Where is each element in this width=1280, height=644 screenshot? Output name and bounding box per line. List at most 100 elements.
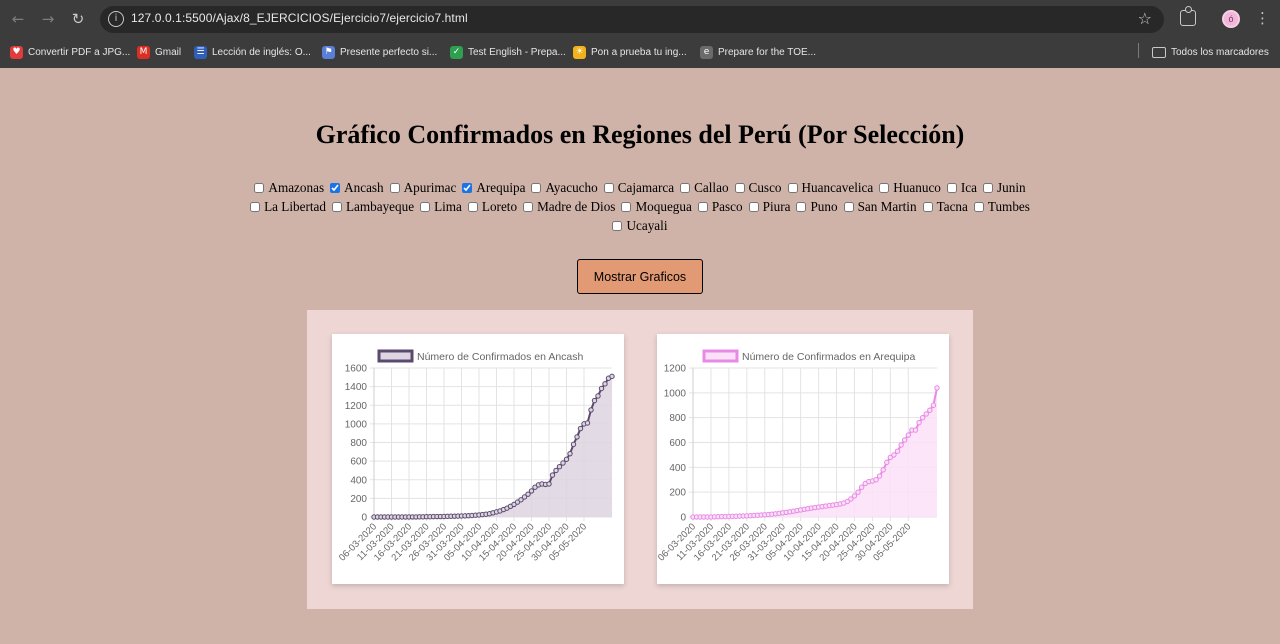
data-point <box>891 452 897 458</box>
region-option-puno[interactable]: Puno <box>796 197 838 216</box>
y-tick-label: 0 <box>361 513 367 524</box>
sun-icon: ☀ <box>573 45 586 59</box>
region-option-san-martin[interactable]: San Martin <box>843 197 917 216</box>
region-checkbox[interactable] <box>973 202 984 212</box>
region-checkbox[interactable] <box>697 202 708 212</box>
bookmark-label: Presente perfecto si... <box>340 46 438 58</box>
region-option-loreto[interactable]: Loreto <box>467 197 517 216</box>
y-tick-label: 1000 <box>664 388 687 399</box>
region-option-pasco[interactable]: Pasco <box>697 197 743 216</box>
region-checkbox[interactable] <box>531 183 542 193</box>
region-label: Madre de Dios <box>537 199 616 214</box>
address-url[interactable]: 127.0.0.1:5500/Ajax/8_EJERCICIOS/Ejercic… <box>131 11 468 25</box>
data-point <box>927 407 933 413</box>
kebab-menu-icon[interactable]: ⋮ <box>1255 9 1270 27</box>
forward-arrow-icon[interactable]: → <box>38 9 58 29</box>
region-option-lambayeque[interactable]: Lambayeque <box>331 197 414 216</box>
region-option-tacna[interactable]: Tacna <box>922 197 968 216</box>
region-option-cajamarca[interactable]: Cajamarca <box>603 178 674 197</box>
data-point <box>880 467 886 473</box>
region-checkbox[interactable] <box>462 183 473 193</box>
bookmark-item[interactable]: ⚑ Presente perfecto si... <box>322 44 437 60</box>
region-option-tumbes[interactable]: Tumbes <box>973 197 1030 216</box>
region-checkbox[interactable] <box>330 183 341 193</box>
region-option-piura[interactable]: Piura <box>748 197 790 216</box>
region-label: Ayacucho <box>545 180 598 195</box>
show-charts-button[interactable]: Mostrar Graficos <box>577 259 703 294</box>
region-option-ayacucho[interactable]: Ayacucho <box>531 178 598 197</box>
region-label: Apurimac <box>403 180 457 195</box>
region-checkbox[interactable] <box>983 183 993 193</box>
region-checkbox[interactable] <box>331 202 342 212</box>
region-option-callao[interactable]: Callao <box>680 178 729 197</box>
region-checkbox[interactable] <box>603 183 614 193</box>
site-info-icon[interactable]: i <box>108 11 124 27</box>
region-checkbox[interactable] <box>946 183 957 193</box>
data-point <box>858 484 865 490</box>
bookmark-star-icon[interactable]: ☆ <box>1138 9 1152 28</box>
region-option-moquegua[interactable]: Moquegua <box>621 197 692 216</box>
y-tick-label: 200 <box>669 488 686 499</box>
region-checkbox[interactable] <box>389 183 400 193</box>
region-option-ucayali[interactable]: Ucayali <box>612 216 668 235</box>
region-option-huanuco[interactable]: Huanuco <box>879 178 941 197</box>
chart-card-ancash: Número de Confirmados en Ancash 0 200 400 60… <box>332 334 624 584</box>
y-tick-label: 0 <box>680 513 686 524</box>
region-option-junin[interactable]: Junin <box>983 178 1026 197</box>
bookmark-item[interactable]: ✓ Test English - Prepa... <box>450 44 566 60</box>
region-checkbox[interactable] <box>843 202 854 212</box>
bookmark-item[interactable]: M Gmail <box>137 44 181 60</box>
browser-chrome: ← → ↻ i 127.0.0.1:5500/Ajax/8_EJERCICIOS… <box>0 0 1280 68</box>
region-checkbox[interactable] <box>612 221 623 231</box>
region-label: Amazonas <box>268 180 325 195</box>
region-checkbox[interactable] <box>796 202 807 212</box>
region-label: Huancavelica <box>801 180 874 195</box>
region-option-ica[interactable]: Ica <box>946 178 977 197</box>
reload-icon[interactable]: ↻ <box>68 9 88 29</box>
bookmark-item[interactable]: ☰ Lección de inglés: O... <box>194 44 311 60</box>
region-label: San Martin <box>857 199 917 214</box>
data-point <box>598 385 605 392</box>
data-point <box>549 472 556 478</box>
charts-panel: Número de Confirmados en Ancash 0 200 400 60… <box>307 310 973 609</box>
legend-swatch <box>702 349 739 363</box>
region-option-ancash[interactable]: Ancash <box>330 178 384 197</box>
region-label: Moquegua <box>635 199 692 214</box>
region-checkbox[interactable] <box>523 202 534 212</box>
region-checkbox[interactable] <box>922 202 933 212</box>
region-checkbox[interactable] <box>420 202 431 212</box>
region-checkbox[interactable] <box>734 183 745 193</box>
region-option-cusco[interactable]: Cusco <box>734 178 782 197</box>
region-checkbox[interactable] <box>254 183 265 193</box>
region-checkbox[interactable] <box>250 202 261 212</box>
region-option-lima[interactable]: Lima <box>420 197 462 216</box>
bookmark-item[interactable]: ♥ Convertir PDF a JPG... <box>10 44 130 60</box>
region-option-apurimac[interactable]: Apurimac <box>389 178 457 197</box>
y-tick-label: 1000 <box>345 419 368 430</box>
all-bookmarks-button[interactable]: Todos los marcadores <box>1152 44 1269 60</box>
region-checkbox[interactable] <box>680 183 691 193</box>
region-checkbox[interactable] <box>879 183 890 193</box>
bookmark-item[interactable]: ☀ Pon a prueba tu ing... <box>573 44 687 60</box>
lesson-icon: ☰ <box>194 45 207 59</box>
address-bar[interactable]: i 127.0.0.1:5500/Ajax/8_EJERCICIOS/Ejerc… <box>100 6 1164 33</box>
region-label: Tumbes <box>987 199 1030 214</box>
region-checkbox[interactable] <box>467 202 478 212</box>
region-checkbox[interactable] <box>748 202 759 212</box>
region-option-la-libertad[interactable]: La Libertad <box>250 197 326 216</box>
extensions-puzzle-icon[interactable] <box>1180 6 1196 26</box>
check-icon: ✓ <box>450 45 463 59</box>
region-option-amazonas[interactable]: Amazonas <box>254 178 324 197</box>
region-option-huancavelica[interactable]: Huancavelica <box>787 178 874 197</box>
bookmark-label: Pon a prueba tu ing... <box>591 46 687 58</box>
data-point <box>898 442 904 448</box>
bookmark-item[interactable]: e Prepare for the TOE... <box>700 44 816 60</box>
doc-icon: ⚑ <box>322 45 335 59</box>
region-option-madre-de-dios[interactable]: Madre de Dios <box>523 197 615 216</box>
profile-avatar[interactable]: ó <box>1222 10 1240 28</box>
region-checkbox[interactable] <box>621 202 632 212</box>
back-arrow-icon[interactable]: ← <box>8 9 28 29</box>
region-option-arequipa[interactable]: Arequipa <box>462 178 525 197</box>
data-point <box>916 419 922 426</box>
region-checkbox[interactable] <box>787 183 798 193</box>
